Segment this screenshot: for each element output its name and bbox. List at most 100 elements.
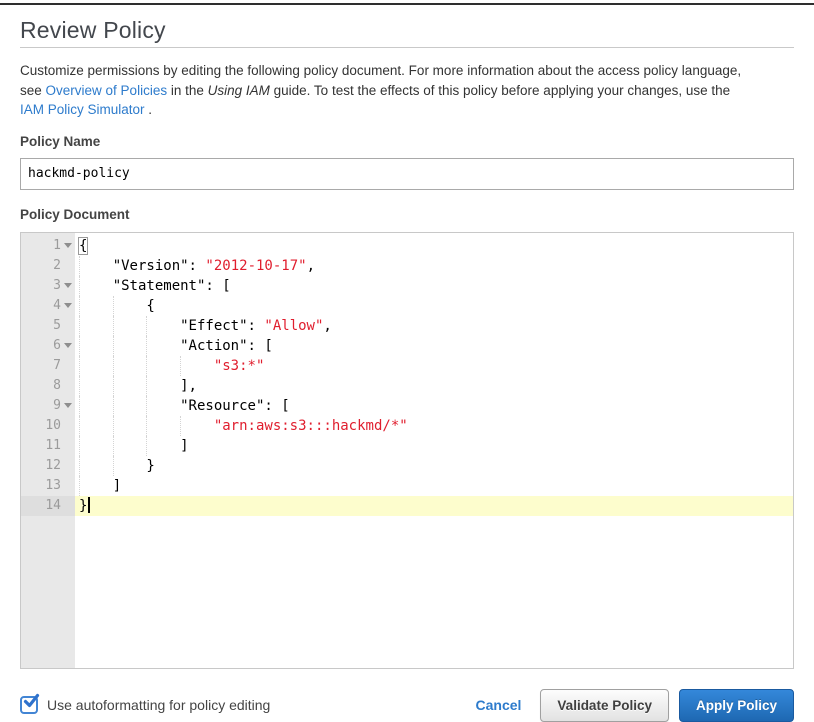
autoformat-checkbox-wrap[interactable]: Use autoformatting for policy editing: [20, 696, 270, 714]
line-number: 4: [21, 296, 61, 316]
apply-policy-button[interactable]: Apply Policy: [679, 689, 794, 722]
code-token: "Version":: [113, 258, 206, 274]
footer-bar: Use autoformatting for policy editing Ca…: [20, 689, 794, 722]
policy-name-input[interactable]: [20, 158, 794, 190]
gutter-line: 4: [21, 296, 75, 316]
gutter-line: 2: [21, 256, 75, 276]
gutter-line: 5: [21, 316, 75, 336]
indent-guide: [180, 356, 214, 376]
editor-code-area[interactable]: {"Version": "2012-10-17","Statement": [{…: [75, 233, 793, 668]
indent-guide: [146, 376, 180, 396]
page-title: Review Policy: [20, 16, 794, 44]
code-token: }: [79, 498, 87, 514]
autoformat-checkbox-label: Use autoformatting for policy editing: [47, 697, 270, 713]
indent-guide: [79, 436, 113, 456]
indent-guide: [146, 436, 180, 456]
line-number: 12: [21, 456, 61, 476]
fold-arrow-icon[interactable]: [64, 343, 72, 348]
indent-guide: [79, 456, 113, 476]
code-token: ],: [180, 378, 197, 394]
indent-guide: [113, 296, 147, 316]
indent-guide: [113, 376, 147, 396]
indent-guide: [79, 296, 113, 316]
title-divider: [20, 47, 794, 48]
text-cursor: [88, 497, 90, 513]
indent-guide: [146, 316, 180, 336]
code-line[interactable]: {: [75, 236, 793, 256]
line-number: 5: [21, 316, 61, 336]
code-line[interactable]: "s3:*": [75, 356, 793, 376]
code-token-string: "Allow": [264, 318, 323, 334]
indent-guide: [113, 336, 147, 356]
indent-guide: [113, 436, 147, 456]
gutter-line: 7: [21, 356, 75, 376]
code-line[interactable]: "arn:aws:s3:::hackmd/*": [75, 416, 793, 436]
indent-guide: [113, 416, 147, 436]
indent-guide: [79, 256, 113, 276]
line-number: 8: [21, 376, 61, 396]
indent-guide: [79, 476, 113, 496]
gutter-line: 1: [21, 236, 75, 256]
code-line[interactable]: ]: [75, 436, 793, 456]
fold-slot[interactable]: [61, 243, 75, 248]
top-divider: [0, 3, 814, 5]
fold-slot[interactable]: [61, 283, 75, 288]
code-line[interactable]: "Effect": "Allow",: [75, 316, 793, 336]
indent-guide: [79, 316, 113, 336]
code-token: {: [146, 298, 154, 314]
intro-span: Customize permissions by editing the fol…: [20, 63, 741, 78]
indent-guide: [180, 416, 214, 436]
gutter-line: 12: [21, 456, 75, 476]
code-line[interactable]: ]: [75, 476, 793, 496]
autoformat-checkbox[interactable]: [20, 696, 38, 714]
indent-guide: [79, 276, 113, 296]
code-token: "Resource": [: [180, 398, 290, 414]
code-line[interactable]: "Statement": [: [75, 276, 793, 296]
indent-guide: [79, 396, 113, 416]
fold-slot[interactable]: [61, 343, 75, 348]
code-line[interactable]: }: [75, 456, 793, 476]
intro-span: see: [20, 83, 46, 98]
code-token: "Action": [: [180, 338, 273, 354]
indent-guide: [113, 396, 147, 416]
line-number: 9: [21, 396, 61, 416]
intro-line: see Overview of Policies in the Using IA…: [20, 81, 794, 101]
gutter-line: 8: [21, 376, 75, 396]
code-line[interactable]: "Version": "2012-10-17",: [75, 256, 793, 276]
code-line[interactable]: }: [75, 496, 793, 516]
fold-slot[interactable]: [61, 303, 75, 308]
indent-guide: [146, 416, 180, 436]
code-line[interactable]: ],: [75, 376, 793, 396]
indent-guide: [113, 456, 147, 476]
line-number: 1: [21, 236, 61, 256]
indent-guide: [113, 316, 147, 336]
indent-guide: [146, 396, 180, 416]
gutter-line: 14: [21, 496, 75, 516]
intro-text: Customize permissions by editing the fol…: [20, 61, 794, 120]
code-token: ]: [180, 438, 188, 454]
line-number: 11: [21, 436, 61, 456]
code-token: ,: [323, 318, 331, 334]
intro-link[interactable]: IAM Policy Simulator: [20, 102, 145, 117]
fold-slot[interactable]: [61, 403, 75, 408]
intro-line: IAM Policy Simulator .: [20, 100, 794, 120]
cancel-link[interactable]: Cancel: [476, 697, 522, 713]
fold-arrow-icon[interactable]: [64, 303, 72, 308]
code-token: "Effect":: [180, 318, 264, 334]
intro-line: Customize permissions by editing the fol…: [20, 61, 794, 81]
code-token-string: "arn:aws:s3:::hackmd/*": [214, 418, 408, 434]
fold-arrow-icon[interactable]: [64, 283, 72, 288]
intro-link[interactable]: Overview of Policies: [46, 83, 168, 98]
review-policy-panel: Review Policy Customize permissions by e…: [0, 16, 814, 722]
policy-document-editor[interactable]: 1234567891011121314 {"Version": "2012-10…: [20, 232, 794, 669]
validate-policy-button[interactable]: Validate Policy: [540, 689, 669, 722]
fold-arrow-icon[interactable]: [64, 243, 72, 248]
intro-italic: Using IAM: [208, 83, 270, 98]
code-line[interactable]: {: [75, 296, 793, 316]
code-line[interactable]: "Action": [: [75, 336, 793, 356]
line-number: 3: [21, 276, 61, 296]
code-line[interactable]: "Resource": [: [75, 396, 793, 416]
editor-gutter: 1234567891011121314: [21, 233, 75, 668]
fold-arrow-icon[interactable]: [64, 403, 72, 408]
indent-guide: [113, 356, 147, 376]
